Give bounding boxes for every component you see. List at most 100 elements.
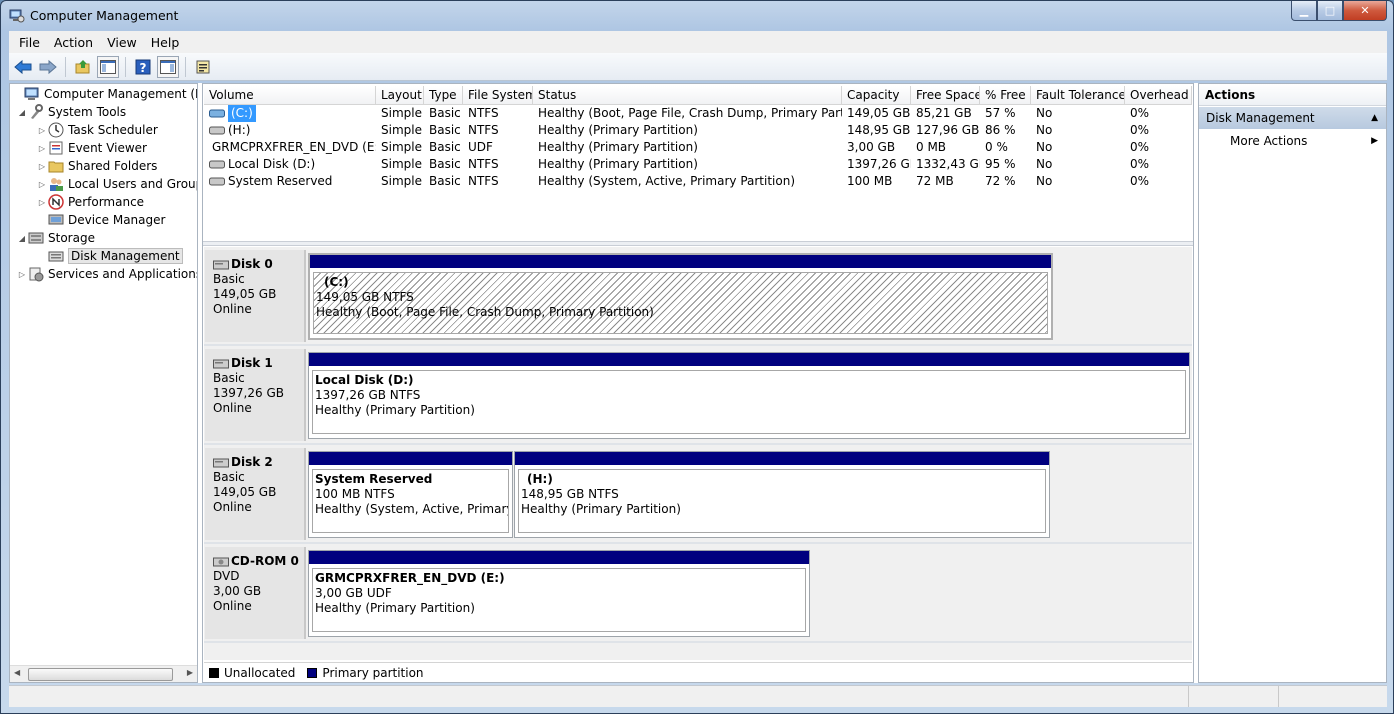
tree-node-shared-folders[interactable]: ▷ Shared Folders [36,157,157,175]
file-system-cell: NTFS [468,123,499,137]
maximize-button[interactable]: □ [1317,1,1343,21]
performance-icon [48,194,64,210]
more-actions-item[interactable]: More Actions ▶ [1199,131,1386,151]
menu-action[interactable]: Action [47,35,100,50]
partition-status: Healthy (Boot, Page File, Crash Dump, Pr… [316,305,654,319]
disk-0-info[interactable]: Disk 0 Basic 149,05 GB Online [205,250,306,342]
column-header-type[interactable]: Type [424,86,463,105]
tree-label: Disk Management [68,248,183,264]
primary-partition-bar [309,551,809,564]
tree-node-storage[interactable]: ◢ Storage [16,229,95,247]
tree-label: Event Viewer [68,141,147,155]
column-header-capacity[interactable]: Capacity [842,86,911,105]
tree-expander[interactable]: ▷ [16,270,28,279]
pane-splitter[interactable] [203,241,1193,246]
type-cell: Basic [429,123,461,137]
properties-button[interactable] [192,56,214,78]
overhead-cell: 0% [1130,157,1150,171]
title-bar[interactable]: Computer Management ▁ □ ✕ [1,1,1393,31]
overhead-cell: 0% [1130,106,1150,120]
hard-disk-icon [213,260,229,269]
up-one-level-button[interactable] [72,56,94,78]
column-header-volume[interactable]: Volume [204,86,376,105]
volume-row-h[interactable]: (H:) Simple Basic NTFS Healthy (Primary … [204,122,1192,139]
tree-node-event-viewer[interactable]: ▷ Event Viewer [36,139,147,157]
volume-cell: Local Disk (D:) [204,156,376,173]
type-cell: Basic [429,140,461,154]
show-hide-tree-button[interactable] [97,55,119,78]
partition-h[interactable]: (H:) 148,95 GB NTFS Healthy (Primary Par… [514,451,1050,538]
show-hide-action-pane-button[interactable] [157,55,179,78]
tree-node-local-users-and-groups[interactable]: ▷ Local Users and Groups [36,175,197,193]
file-system-cell: NTFS [468,174,499,188]
scroll-right-icon[interactable]: ▶ [187,668,193,677]
menu-file[interactable]: File [12,35,47,50]
section-label: Disk Management [1206,111,1315,125]
help-button[interactable]: ? [132,56,154,78]
volume-name: Local Disk (D:) [228,157,316,171]
partition-status: Healthy (Primary Partition) [315,403,475,417]
tree-expander[interactable]: ▷ [36,180,48,189]
tree-node-computer-management[interactable]: Computer Management (Local [12,85,197,103]
cdrom-0-info[interactable]: CD-ROM 0 DVD 3,00 GB Online [205,547,306,639]
status-bar [9,685,1387,707]
capacity-cell: 100 MB [847,174,893,188]
column-header-percent-free[interactable]: % Free [980,86,1031,105]
partition-size: 149,05 GB NTFS [316,290,414,304]
tree-expander[interactable]: ◢ [16,234,28,243]
disk-1-info[interactable]: Disk 1 Basic 1397,26 GB Online [205,349,306,441]
tree-expander[interactable]: ▷ [36,144,48,153]
menu-help[interactable]: Help [144,35,187,50]
tree-horizontal-scrollbar[interactable]: ◀ ▶ [10,665,197,682]
column-header-file-system[interactable]: File System [463,86,533,105]
tree-expander[interactable]: ▷ [36,198,48,207]
menu-view[interactable]: View [100,35,144,50]
scroll-thumb[interactable] [28,668,173,681]
column-header-free-space[interactable]: Free Space [911,86,980,105]
partition-d[interactable]: Local Disk (D:) 1397,26 GB NTFS Healthy … [308,352,1190,439]
scroll-left-icon[interactable]: ◀ [14,668,20,677]
disk-name: Disk 1 [231,356,273,370]
minimize-button[interactable]: ▁ [1291,1,1317,21]
capacity-cell: 1397,26 GB [847,157,911,171]
tree-node-device-manager[interactable]: Device Manager [36,211,165,229]
layout-cell: Simple [381,174,422,188]
free-space-cell: 85,21 GB [916,106,972,120]
percent-free-cell: 57 % [985,106,1016,120]
toolbar-separator [125,56,126,77]
tree-node-system-tools[interactable]: ◢ System Tools [16,103,126,121]
tree-expander[interactable]: ▷ [36,162,48,171]
clock-icon [48,122,64,138]
column-header-fault-tolerance[interactable]: Fault Tolerance [1031,86,1125,105]
drive-icon [209,126,225,135]
disk-type: DVD [213,569,240,583]
tree-expander[interactable]: ▷ [36,126,48,135]
close-button[interactable]: ✕ [1343,1,1387,21]
submenu-arrow-icon: ▶ [1371,136,1378,146]
tree-expander[interactable]: ◢ [16,108,28,117]
disk-2-info[interactable]: Disk 2 Basic 149,05 GB Online [205,448,306,540]
volume-row-c[interactable]: (C:) Simple Basic NTFS Healthy (Boot, Pa… [204,105,1192,122]
column-header-status[interactable]: Status [533,86,842,105]
tree-node-disk-management[interactable]: Disk Management [36,247,183,265]
collapse-icon[interactable]: ▲ [1371,107,1378,129]
tree-node-services-and-applications[interactable]: ▷ Services and Applications [16,265,197,283]
volume-row-d[interactable]: Local Disk (D:) Simple Basic NTFS Health… [204,156,1192,173]
tree-node-task-scheduler[interactable]: ▷ Task Scheduler [36,121,158,139]
device-manager-icon [48,214,64,225]
fault-tolerance-cell: No [1036,106,1053,120]
column-header-overhead[interactable]: Overhead [1125,86,1192,105]
forward-button[interactable] [37,56,59,78]
volume-row-system-reserved[interactable]: System Reserved Simple Basic NTFS Health… [204,173,1192,190]
volume-row-e[interactable]: GRMCPRXFRER_EN_DVD (E:) Simple Basic UDF… [204,139,1192,156]
type-cell: Basic [429,106,461,120]
back-button[interactable] [12,56,34,78]
actions-section-disk-management[interactable]: Disk Management ▲ [1199,107,1386,129]
column-header-layout[interactable]: Layout [376,86,424,105]
partition-e[interactable]: GRMCPRXFRER_EN_DVD (E:) 3,00 GB UDF Heal… [308,550,810,637]
tree-node-performance[interactable]: ▷ Performance [36,193,144,211]
maximize-icon: □ [1324,4,1336,17]
layout-cell: Simple [381,123,422,137]
partition-c[interactable]: (C:) 149,05 GB NTFS Healthy (Boot, Page … [308,253,1053,340]
partition-system-reserved[interactable]: System Reserved 100 MB NTFS Healthy (Sys… [308,451,513,538]
